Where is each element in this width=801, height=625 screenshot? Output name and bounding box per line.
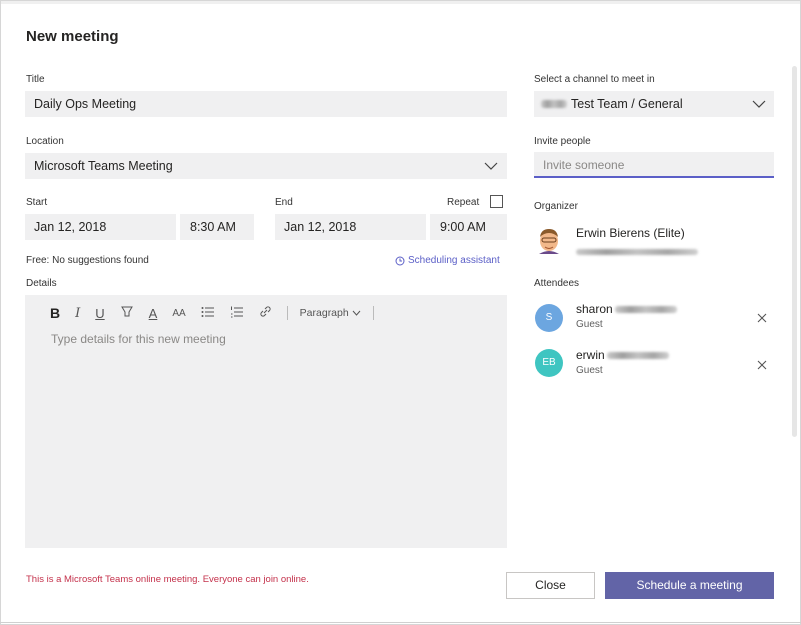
bulleted-list-icon[interactable] (201, 306, 215, 321)
attendee-name: erwin (576, 348, 669, 362)
toolbar-divider (286, 306, 288, 320)
title-input[interactable]: Daily Ops Meeting (25, 91, 507, 117)
link-icon[interactable] (259, 305, 272, 321)
start-time-input[interactable]: 8:30 AM (180, 214, 254, 240)
title-value: Daily Ops Meeting (34, 97, 137, 111)
invite-placeholder: Invite someone (543, 158, 625, 172)
organizer-email-redacted (576, 242, 698, 260)
redacted-team-icon (541, 100, 567, 108)
chevron-down-icon (352, 310, 361, 316)
dialog-title: New meeting (26, 28, 119, 45)
end-time-input[interactable]: 9:00 AM (430, 214, 507, 240)
avatar: EB (535, 349, 563, 377)
font-color-icon[interactable]: A (149, 306, 158, 321)
underline-icon[interactable]: U (95, 306, 104, 321)
remove-attendee-icon[interactable] (757, 310, 767, 323)
channel-value: Test Team / General (571, 97, 683, 111)
attendee-role: Guest (576, 365, 603, 376)
details-label: Details (26, 278, 57, 289)
end-date-value: Jan 12, 2018 (284, 220, 357, 234)
location-value: Microsoft Teams Meeting (34, 159, 173, 173)
organizer-label: Organizer (534, 201, 578, 212)
window-top-strip (0, 0, 801, 4)
end-time-value: 9:00 AM (440, 220, 486, 234)
schedule-meeting-button[interactable]: Schedule a meeting (605, 572, 774, 599)
close-button[interactable]: Close (506, 572, 595, 599)
toolbar-divider (372, 306, 374, 320)
details-placeholder: Type details for this new meeting (51, 332, 226, 346)
font-size-icon[interactable]: AA (172, 308, 185, 319)
attendees-label: Attendees (534, 278, 580, 289)
location-dropdown[interactable]: Microsoft Teams Meeting (25, 153, 507, 179)
attendee-name: sharon (576, 302, 677, 316)
scheduling-assistant-label: Scheduling assistant (408, 255, 500, 266)
bold-icon[interactable]: B (50, 305, 60, 321)
repeat-checkbox[interactable] (490, 195, 503, 208)
end-label: End (275, 197, 293, 208)
invite-label: Invite people (534, 136, 591, 147)
attendee-role: Guest (576, 319, 603, 330)
channel-label: Select a channel to meet in (534, 74, 655, 85)
formatting-toolbar: B I U A AA Paragraph (50, 305, 386, 321)
italic-icon[interactable]: I (75, 306, 80, 321)
redacted-text (614, 305, 677, 313)
clock-icon (395, 256, 405, 265)
remove-attendee-icon[interactable] (757, 357, 767, 370)
online-meeting-notice: This is a Microsoft Teams online meeting… (26, 574, 309, 585)
start-date-input[interactable]: Jan 12, 2018 (25, 214, 176, 240)
invite-input[interactable]: Invite someone (534, 152, 774, 178)
start-time-value: 8:30 AM (190, 220, 236, 234)
chevron-down-icon[interactable] (752, 100, 766, 108)
free-status: Free: No suggestions found (26, 255, 149, 266)
organizer-avatar (535, 226, 563, 254)
numbered-list-icon[interactable] (230, 306, 244, 321)
highlight-icon[interactable] (120, 305, 134, 321)
footer-divider (0, 622, 801, 623)
paragraph-dropdown[interactable]: Paragraph (300, 307, 361, 319)
paragraph-label: Paragraph (299, 307, 349, 319)
scrollbar[interactable] (792, 66, 797, 437)
organizer-name: Erwin Bierens (Elite) (576, 226, 685, 240)
start-label: Start (26, 197, 48, 208)
location-label: Location (26, 136, 64, 147)
avatar: S (535, 304, 563, 332)
chevron-down-icon[interactable] (484, 162, 498, 170)
scheduling-assistant-link[interactable]: Scheduling assistant (395, 255, 500, 266)
channel-dropdown[interactable]: Test Team / General (534, 91, 774, 117)
title-label: Title (26, 74, 45, 85)
repeat-label: Repeat (447, 197, 480, 208)
end-date-input[interactable]: Jan 12, 2018 (275, 214, 426, 240)
redacted-text (606, 351, 669, 359)
start-date-value: Jan 12, 2018 (34, 220, 107, 234)
